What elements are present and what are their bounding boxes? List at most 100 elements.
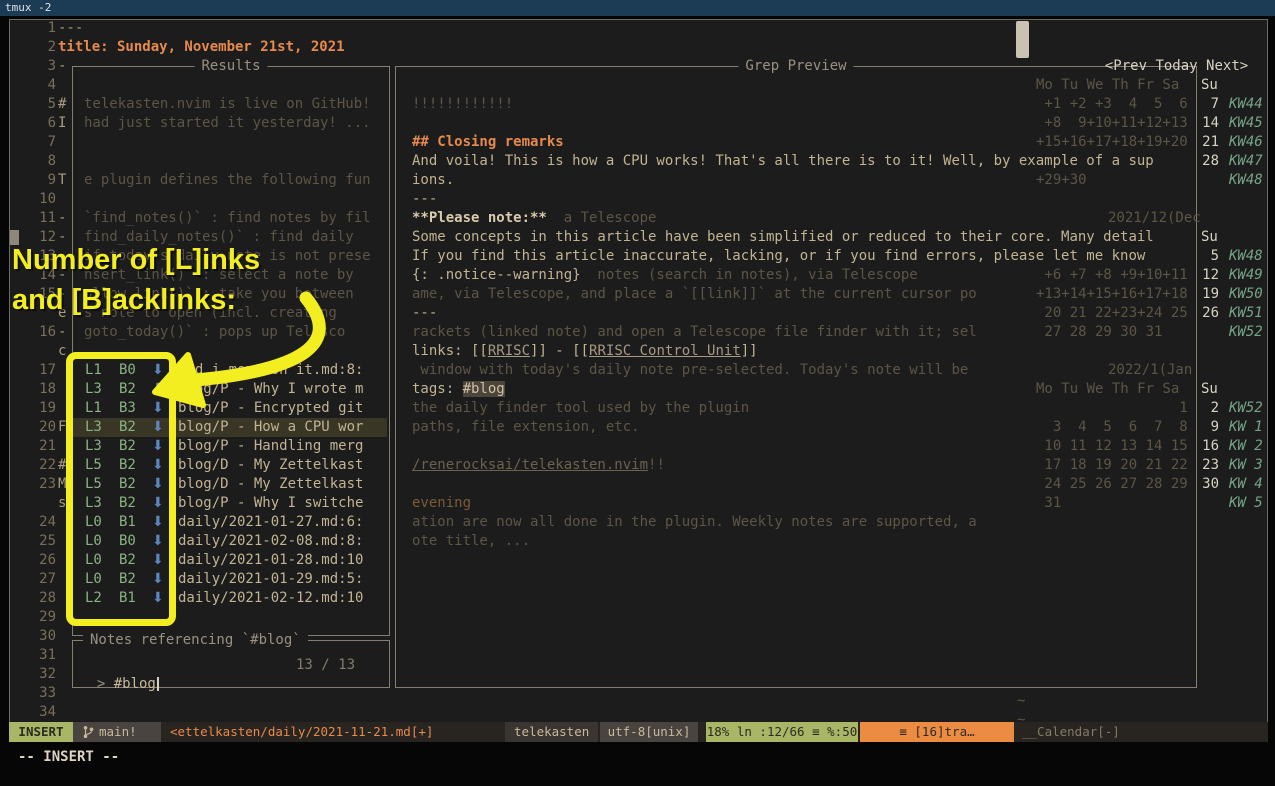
git-branch: main! <box>73 722 161 742</box>
line-number: 21 <box>26 437 56 456</box>
preview-text: ame, via Telescope, and place a `[[link]… <box>412 286 977 302</box>
position-indicator: 18% ln :12/66 ≡ %:50 <box>706 722 858 742</box>
line-number: 1 <box>26 19 56 38</box>
preview-text: tags: <box>412 381 463 397</box>
preview-text: ote title, ... <box>412 533 530 549</box>
calendar-week-number: KW 5 <box>1229 494 1263 513</box>
wiki-link[interactable]: RRISC <box>488 343 530 359</box>
calendar-day[interactable]: 23 <box>1197 456 1219 475</box>
preview-line: ame, via Telescope, and place a `[[link]… <box>412 285 977 304</box>
line-number: 6 <box>26 114 56 133</box>
preview-line: the daily finder tool used by the plugin <box>412 399 749 418</box>
preview-text: evening <box>412 495 471 511</box>
result-text: blog/D - My Zettelkast <box>178 475 363 494</box>
calendar-week-number: KW48 <box>1229 247 1263 266</box>
file-path: <ettelkasten/daily/2021-11-21.md[+] <box>170 722 433 742</box>
calendar-week-number: KW51 <box>1229 304 1263 323</box>
preview-line: evening <box>412 494 471 513</box>
preview-text: window with today's daily note pre-selec… <box>412 362 968 378</box>
preview-line: tags: #blog <box>412 380 505 399</box>
line-number: 9 <box>26 171 56 190</box>
preview-text: And voila! This is how a CPU works! That… <box>412 153 1154 169</box>
prompt-cursor <box>157 677 159 691</box>
calendar-week-number: KW 1 <box>1229 418 1263 437</box>
calendar-nav-today[interactable]: Today <box>1155 58 1197 74</box>
preview-line: paths, file extension, etc. <box>412 418 640 437</box>
line-number: 16 <box>26 323 56 342</box>
preview-line: --- <box>412 190 437 209</box>
result-text: blog/P - Handling merg <box>178 437 363 456</box>
wiki-link[interactable]: RRISC Control Unit <box>589 343 741 359</box>
calendar-day[interactable]: 21 <box>1197 133 1219 152</box>
calendar-nav: <Prev Today Next> <box>1088 38 1248 57</box>
calendar-days-dim: 1 <box>1036 399 1188 418</box>
result-text: blog/P - How a CPU wor <box>178 418 363 437</box>
line-number: 2 <box>26 38 56 57</box>
calendar-week-number: KW 2 <box>1229 437 1263 456</box>
calendar-days-dim: 10 11 12 13 14 15 <box>1036 437 1188 456</box>
result-text: blog/D - My Zettelkast <box>178 456 363 475</box>
preview-line: ation are now all done in the plugin. We… <box>412 513 977 532</box>
preview-line: /renerocksai/telekasten.nvim!! <box>412 456 665 475</box>
result-text: blog/P - Why I wrote m <box>178 380 363 399</box>
calendar-day[interactable]: 30 <box>1197 475 1219 494</box>
calendar-day[interactable]: 12 <box>1197 266 1219 285</box>
preview-line: Some concepts in this article have been … <box>412 228 1154 247</box>
calendar-days-dim: 17 18 19 20 21 22 <box>1036 456 1188 475</box>
buffer-text: c <box>58 342 66 361</box>
preview-line: **Please note:** a Telescope <box>412 209 656 228</box>
calendar-week-number: KW49 <box>1229 266 1263 285</box>
annotation-text: Number of [L]inks and [B]acklinks: <box>12 240 260 320</box>
line-number: 32 <box>26 665 56 684</box>
calendar-day[interactable]: 9 <box>1197 418 1219 437</box>
line-number: 8 <box>26 152 56 171</box>
calendar-day-header: Su <box>1201 380 1218 399</box>
calendar-week-number: KW45 <box>1229 114 1263 133</box>
calendar-day[interactable]: 2 <box>1197 399 1219 418</box>
branch-icon <box>83 725 94 739</box>
calendar-day[interactable]: 26 <box>1197 304 1219 323</box>
calendar-day[interactable]: 7 <box>1197 95 1219 114</box>
url-link[interactable]: /renerocksai/telekasten.nvim <box>412 457 648 473</box>
line-number: 29 <box>26 608 56 627</box>
calendar-days-dim: 3 4 5 6 7 8 <box>1036 418 1188 437</box>
preview-text: notes (search in notes), via Telescope <box>581 267 918 283</box>
prompt-input[interactable]: > #blog <box>80 656 159 675</box>
calendar-day[interactable]: 28 <box>1197 152 1219 171</box>
line-number: 26 <box>26 551 56 570</box>
preview-text: !! <box>648 457 665 473</box>
buffer-text: - <box>58 323 66 342</box>
calendar-day[interactable]: 19 <box>1197 285 1219 304</box>
buffer-text: # <box>58 95 66 114</box>
calendar-day[interactable]: 5 <box>1197 247 1219 266</box>
encoding-indicator: utf-8[unix] <box>600 722 698 742</box>
calendar-days-dim: 20 21 22+23+24 25 <box>1036 304 1188 323</box>
calendar-day[interactable]: 16 <box>1197 437 1219 456</box>
line-number: 20 <box>26 418 56 437</box>
calendar-month-header: 2021/12(Dec <box>1108 209 1201 228</box>
line-number: 24 <box>26 513 56 532</box>
line-number: 31 <box>26 646 56 665</box>
calendar-nav-prev[interactable]: <Prev <box>1105 58 1147 74</box>
line-number: 10 <box>26 190 56 209</box>
calendar-day[interactable]: 14 <box>1197 114 1219 133</box>
calendar-days-dim: +1 +2 +3 4 5 6 <box>1036 95 1188 114</box>
calendar-days-dim: 31 <box>1036 494 1061 513</box>
prompt-title: Notes referencing `#blog` <box>83 631 308 650</box>
line-number: 28 <box>26 589 56 608</box>
results-title: Results <box>194 57 267 76</box>
line-number: 4 <box>26 76 56 95</box>
result-text: did i mention it.md:8: <box>178 361 363 380</box>
buffer-text: - <box>58 209 66 228</box>
preview-line: window with today's daily note pre-selec… <box>412 361 968 380</box>
preview-line: ote title, ... <box>412 532 530 551</box>
calendar-nav-next[interactable]: Next> <box>1206 58 1248 74</box>
preview-text: ation are now all done in the plugin. We… <box>412 514 977 530</box>
mode-indicator: INSERT <box>9 722 73 742</box>
annotation-line1: Number of [L]inks <box>12 240 260 280</box>
calendar-week-number: KW44 <box>1229 95 1263 114</box>
preview-text: links: [[ <box>412 343 488 359</box>
preview-text: If you find this article inaccurate, lac… <box>412 248 1145 264</box>
tag-chip: #blog <box>463 381 505 397</box>
line-number: 22 <box>26 456 56 475</box>
